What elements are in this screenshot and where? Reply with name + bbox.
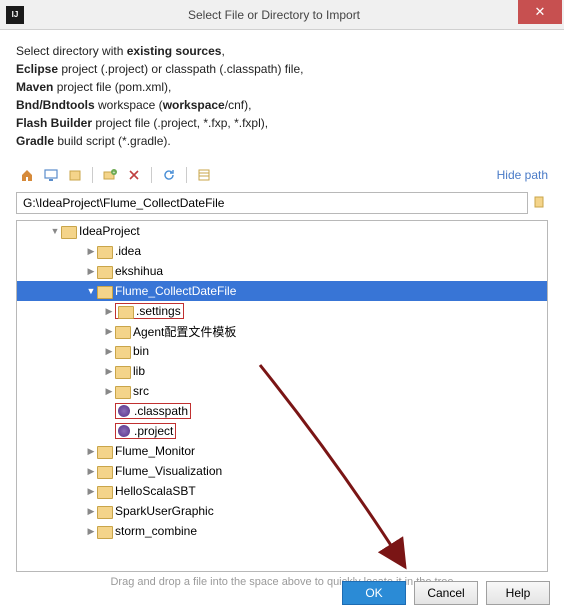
- intro-text: Select directory with existing sources, …: [16, 42, 548, 150]
- folder-icon: [61, 226, 75, 237]
- folder-icon: [97, 246, 111, 257]
- refresh-icon[interactable]: [158, 164, 180, 186]
- folder-icon: [115, 386, 129, 397]
- expand-arrow-icon[interactable]: ▶: [85, 526, 97, 537]
- help-button[interactable]: Help: [486, 581, 550, 605]
- tree-item[interactable]: ▶ .settings: [17, 301, 547, 321]
- tree-item[interactable]: ▼ Flume_CollectDateFile: [17, 281, 547, 301]
- cancel-button[interactable]: Cancel: [414, 581, 478, 605]
- tree-item[interactable]: ▶ ekshihua: [17, 261, 547, 281]
- delete-icon[interactable]: [123, 164, 145, 186]
- tree-label: .idea: [115, 244, 141, 258]
- toolbar: + Hide path: [16, 164, 548, 186]
- tree-label: bin: [133, 344, 149, 358]
- expand-arrow-icon[interactable]: ▶: [103, 346, 115, 357]
- tree-label: Flume_CollectDateFile: [115, 284, 236, 298]
- tree-label: HelloScalaSBT: [115, 484, 196, 498]
- tree-item[interactable]: ▶ storm_combine: [17, 521, 547, 541]
- ok-button[interactable]: OK: [342, 581, 406, 605]
- expand-arrow-icon[interactable]: ▶: [103, 326, 115, 337]
- separator: [186, 167, 187, 183]
- tree-item[interactable]: ▶ Agent配置文件模板: [17, 321, 547, 341]
- expand-arrow-icon[interactable]: ▶: [85, 266, 97, 277]
- expand-arrow-icon[interactable]: ▶: [85, 446, 97, 457]
- folder-icon: [118, 306, 132, 317]
- tree-item[interactable]: ▶ bin: [17, 341, 547, 361]
- project-icon[interactable]: [64, 164, 86, 186]
- button-bar: OK Cancel Help: [342, 581, 550, 605]
- folder-icon: [97, 466, 111, 477]
- folder-icon: [115, 346, 129, 357]
- expand-arrow-icon[interactable]: ▼: [85, 286, 97, 296]
- file-tree[interactable]: ▼ IdeaProject ▶ .idea ▶ ekshihua ▼ Flume_Coll…: [16, 220, 548, 572]
- tree-root[interactable]: ▼ IdeaProject: [17, 221, 547, 241]
- home-icon[interactable]: [16, 164, 38, 186]
- show-hidden-icon[interactable]: [193, 164, 215, 186]
- separator: [151, 167, 152, 183]
- tree-label: .project: [134, 424, 173, 438]
- expand-arrow-icon[interactable]: ▶: [85, 246, 97, 257]
- folder-icon: [97, 266, 111, 277]
- tree-item[interactable]: ▶ src: [17, 381, 547, 401]
- history-icon[interactable]: [532, 195, 548, 211]
- tree-item[interactable]: ▶ HelloScalaSBT: [17, 481, 547, 501]
- svg-text:+: +: [113, 170, 116, 176]
- folder-icon: [97, 286, 111, 297]
- folder-icon: [97, 486, 111, 497]
- tree-label: Flume_Visualization: [115, 464, 222, 478]
- close-button[interactable]: ✕: [518, 0, 562, 24]
- path-input[interactable]: [16, 192, 528, 214]
- tree-item[interactable]: ▶ Flume_Visualization: [17, 461, 547, 481]
- folder-icon: [115, 326, 129, 337]
- folder-icon: [97, 526, 111, 537]
- app-icon: IJ: [6, 6, 24, 24]
- folder-icon: [115, 366, 129, 377]
- window-title: Select File or Directory to Import: [30, 8, 518, 22]
- expand-arrow-icon[interactable]: ▶: [103, 366, 115, 377]
- tree-label: src: [133, 384, 149, 398]
- tree-item[interactable]: ▶ SparkUserGraphic: [17, 501, 547, 521]
- expand-arrow-icon[interactable]: ▶: [103, 386, 115, 397]
- folder-icon: [97, 506, 111, 517]
- tree-label: .settings: [136, 304, 181, 318]
- titlebar: IJ Select File or Directory to Import ✕: [0, 0, 564, 30]
- tree-label: storm_combine: [115, 524, 197, 538]
- expand-arrow-icon[interactable]: ▶: [85, 506, 97, 517]
- expand-arrow-icon[interactable]: ▶: [85, 486, 97, 497]
- tree-item[interactable]: ▶ Flume_Monitor: [17, 441, 547, 461]
- tree-label: .classpath: [134, 404, 188, 418]
- hide-path-link[interactable]: Hide path: [497, 168, 548, 182]
- tree-label: SparkUserGraphic: [115, 504, 214, 518]
- separator: [92, 167, 93, 183]
- tree-label: ekshihua: [115, 264, 163, 278]
- new-folder-icon[interactable]: +: [99, 164, 121, 186]
- tree-label: lib: [133, 364, 145, 378]
- tree-label: Agent配置文件模板: [133, 323, 236, 340]
- tree-label: IdeaProject: [79, 224, 140, 238]
- folder-icon: [97, 446, 111, 457]
- desktop-icon[interactable]: [40, 164, 62, 186]
- tree-item[interactable]: ▶ lib: [17, 361, 547, 381]
- file-icon: [118, 425, 130, 437]
- tree-item[interactable]: .classpath: [17, 401, 547, 421]
- tree-item[interactable]: ▶ .idea: [17, 241, 547, 261]
- file-icon: [118, 405, 130, 417]
- tree-label: Flume_Monitor: [115, 444, 195, 458]
- expand-arrow-icon[interactable]: ▶: [85, 466, 97, 477]
- tree-item[interactable]: .project: [17, 421, 547, 441]
- expand-arrow-icon[interactable]: ▶: [103, 306, 115, 317]
